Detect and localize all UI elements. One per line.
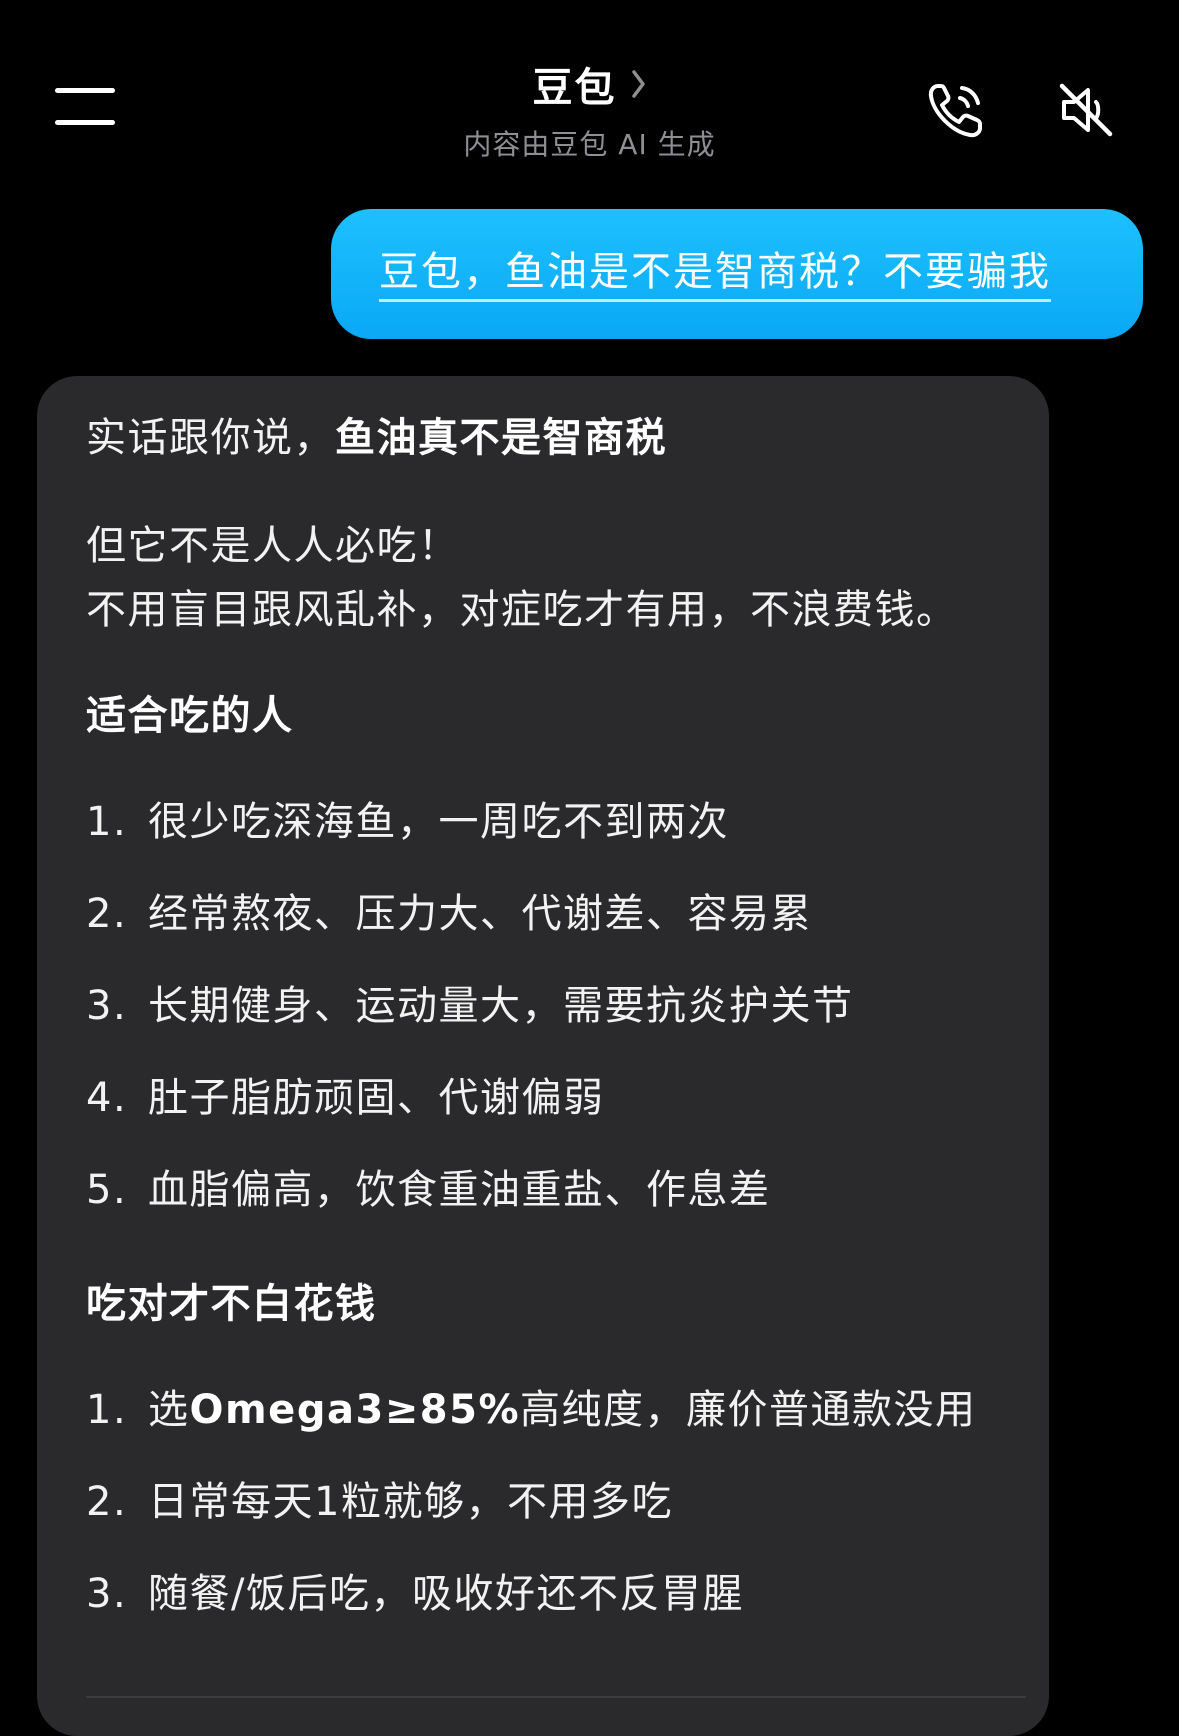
ai-intro: 实话跟你说，鱼油真不是智商税 bbox=[86, 406, 1026, 470]
list-text: 经常熬夜、压力大、代谢差、容易累 bbox=[148, 891, 812, 937]
list-item: 4. 肚子脂肪顽固、代谢偏弱 bbox=[86, 1066, 1026, 1130]
ai-intro-plain: 实话跟你说， bbox=[86, 415, 335, 461]
title-block: 豆包 内容由豆包 AI 生成 bbox=[0, 55, 1179, 163]
phone-call-button[interactable] bbox=[924, 78, 988, 142]
list-item: 1. 选Omega3≥85%高纯度，廉价普通款没用 bbox=[86, 1378, 1026, 1442]
chevron-right-icon bbox=[631, 70, 645, 98]
speaker-mute-icon bbox=[1059, 83, 1113, 137]
list-text: 选 bbox=[148, 1387, 190, 1433]
list-text: 长期健身、运动量大，需要抗炎护关节 bbox=[148, 983, 854, 1029]
list-item: 3. 随餐/饭后吃，吸收好还不反胃腥 bbox=[86, 1562, 1026, 1626]
section-heading: 吃对才不白花钱 bbox=[86, 1281, 377, 1327]
list-number: 1. bbox=[86, 1387, 128, 1433]
bot-profile-link[interactable]: 豆包 bbox=[533, 55, 647, 113]
ai-message-content: 实话跟你说，鱼油真不是智商税 但它不是人人必吃！ 不用盲目跟风乱补，对症吃才有用… bbox=[86, 406, 1026, 1654]
list-item: 1. 很少吃深海鱼，一周吃不到两次 bbox=[86, 790, 1026, 854]
list-text: 肚子脂肪顽固、代谢偏弱 bbox=[148, 1075, 605, 1121]
chat-title: 豆包 bbox=[532, 65, 617, 111]
section-heading: 适合吃的人 bbox=[86, 693, 294, 739]
list-number: 1. bbox=[86, 799, 128, 845]
chat-header: 豆包 内容由豆包 AI 生成 bbox=[0, 0, 1179, 190]
ai-paragraph-line-2: 不用盲目跟风乱补，对症吃才有用，不浪费钱。 bbox=[86, 587, 958, 633]
list-text: 随餐/饭后吃，吸收好还不反胃腥 bbox=[148, 1571, 744, 1617]
list-number: 2. bbox=[86, 891, 128, 937]
list-number: 3. bbox=[86, 1571, 128, 1617]
phone-icon bbox=[928, 84, 982, 138]
list-item: 3. 长期健身、运动量大，需要抗炎护关节 bbox=[86, 974, 1026, 1038]
list-text: 很少吃深海鱼，一周吃不到两次 bbox=[148, 799, 729, 845]
list-number: 4. bbox=[86, 1075, 128, 1121]
list-item: 2. 经常熬夜、压力大、代谢差、容易累 bbox=[86, 882, 1026, 946]
mute-toggle-button[interactable] bbox=[1054, 78, 1118, 142]
user-message-text: 豆包，鱼油是不是智商税？不要骗我 bbox=[379, 247, 1051, 302]
list-item: 2. 日常每天1粒就够，不用多吃 bbox=[86, 1470, 1026, 1534]
list-text: 日常每天1粒就够，不用多吃 bbox=[148, 1479, 673, 1525]
ai-message-bubble[interactable]: 实话跟你说，鱼油真不是智商税 但它不是人人必吃！ 不用盲目跟风乱补，对症吃才有用… bbox=[37, 376, 1049, 1736]
ai-paragraph-line-1: 但它不是人人必吃！ bbox=[86, 523, 460, 569]
user-message-bubble[interactable]: 豆包，鱼油是不是智商税？不要骗我 bbox=[331, 209, 1143, 339]
list-text: 高纯度，廉价普通款没用 bbox=[520, 1387, 977, 1433]
ai-intro-bold: 鱼油真不是智商税 bbox=[335, 415, 667, 461]
list-item: 5. 血脂偏高，饮食重油重盐、作息差 bbox=[86, 1158, 1026, 1222]
list-text: 血脂偏高，饮食重油重盐、作息差 bbox=[148, 1167, 771, 1213]
ai-generated-notice: 内容由豆包 AI 生成 bbox=[463, 128, 716, 161]
list-number: 5. bbox=[86, 1167, 128, 1213]
list-number: 2. bbox=[86, 1479, 128, 1525]
list-text-bold: Omega3≥85% bbox=[189, 1387, 521, 1433]
list-number: 3. bbox=[86, 983, 128, 1029]
